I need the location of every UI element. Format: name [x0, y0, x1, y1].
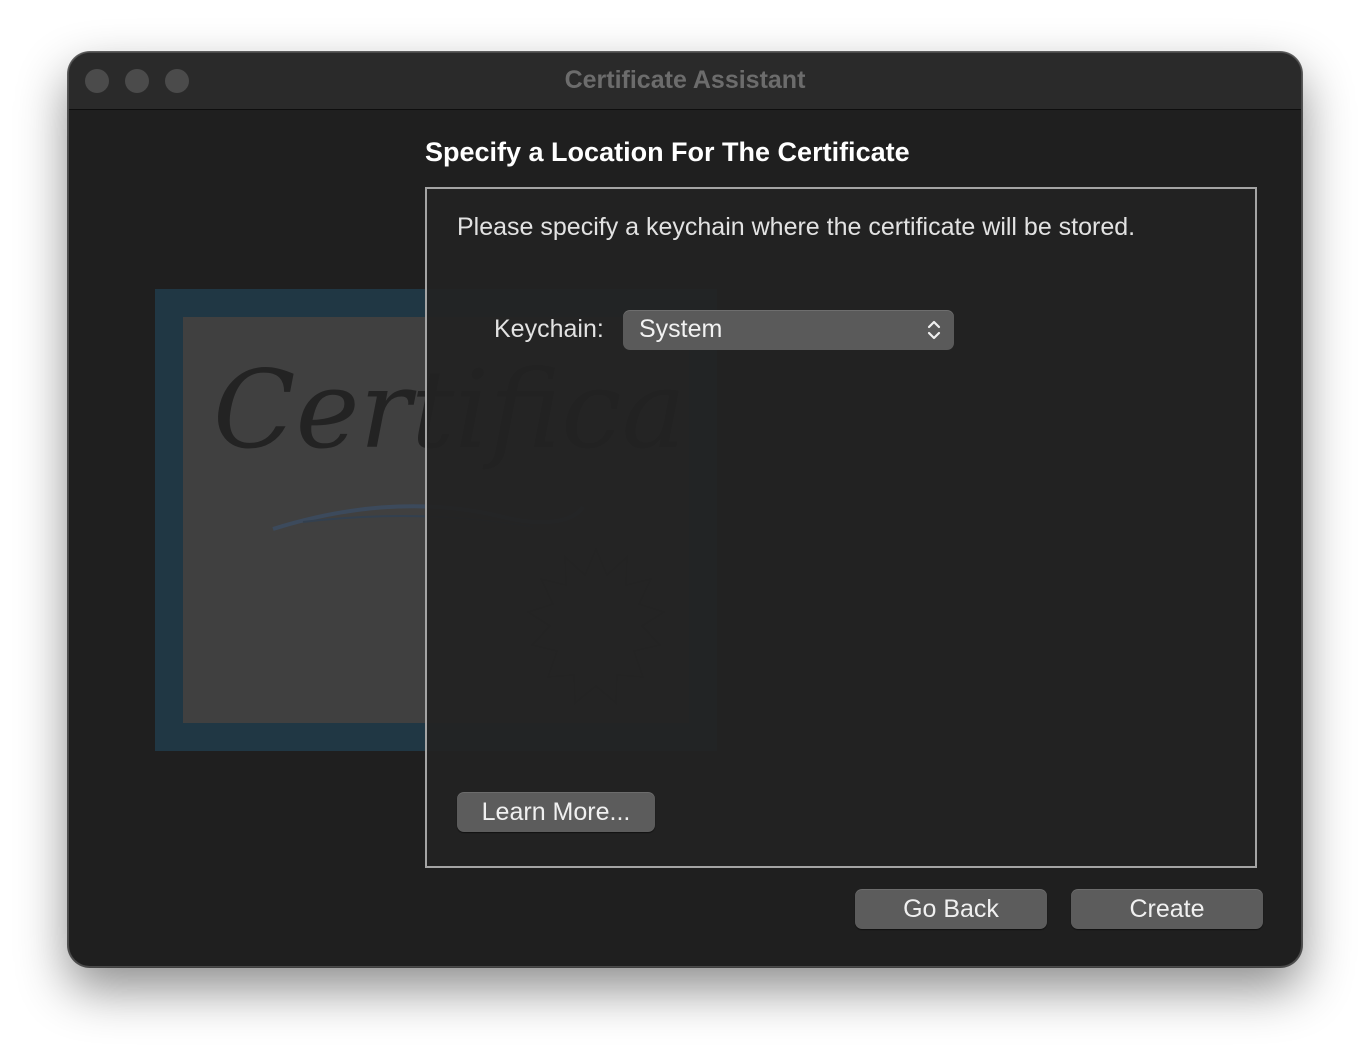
window-title: Certificate Assistant [564, 66, 806, 94]
keychain-label: Keychain: [494, 315, 604, 343]
title-bar[interactable]: Certificate Assistant [69, 53, 1301, 110]
keychain-selected-value: System [639, 315, 723, 343]
instructions-text: Please specify a keychain where the cert… [457, 213, 1136, 241]
keychain-popup[interactable]: System [623, 310, 954, 350]
certificate-assistant-window: Certificate Assistant Specify a Location… [68, 52, 1302, 967]
chevron-up-down-icon [927, 320, 941, 340]
page-title: Specify a Location For The Certificate [425, 137, 910, 167]
learn-more-button[interactable]: Learn More... [457, 792, 655, 832]
content-panel: Please specify a keychain where the cert… [425, 187, 1257, 868]
go-back-button[interactable]: Go Back [855, 889, 1047, 929]
create-button[interactable]: Create [1071, 889, 1263, 929]
